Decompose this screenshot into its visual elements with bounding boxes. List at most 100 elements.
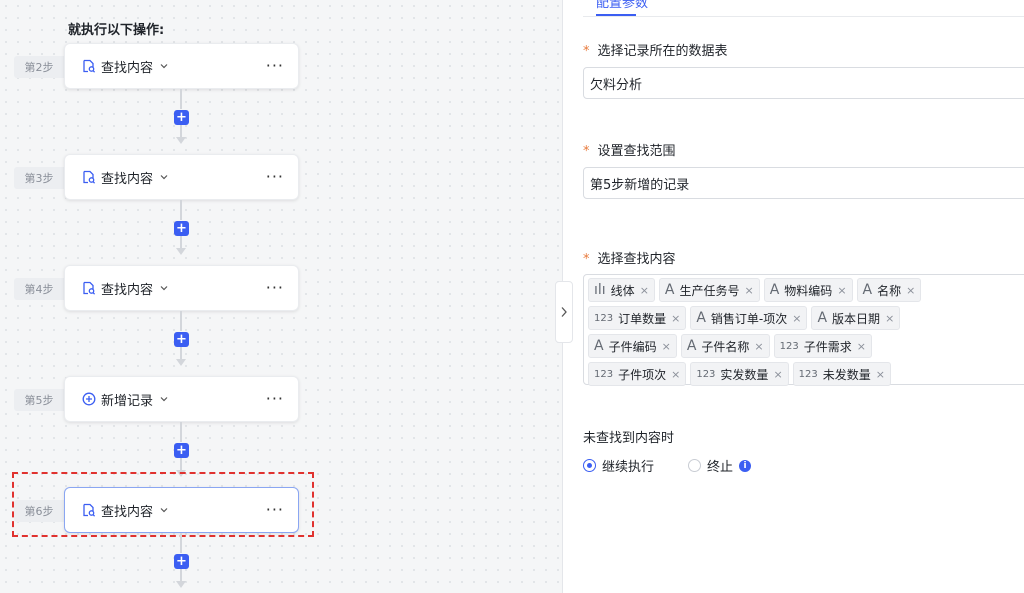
connector-line [180, 125, 182, 137]
tab-config-params[interactable]: 配置参数 [596, 0, 648, 11]
remove-tag-icon[interactable]: × [906, 284, 915, 297]
step-card[interactable]: 查找内容 ··· [64, 265, 299, 311]
step-label: 查找内容 [101, 60, 154, 76]
workflow-step: 第4步 查找内容 ··· [0, 265, 563, 311]
more-options-button[interactable]: ··· [266, 389, 284, 408]
number-field-icon: 123 [779, 340, 799, 352]
field-tag: 123 未发数量 × [792, 362, 891, 386]
scope-field-label: * 设置查找范围 [583, 144, 676, 159]
step-badge: 第4步 [14, 278, 64, 300]
workflow-step: 第3步 查找内容 ··· [0, 154, 563, 200]
scope-select[interactable]: 第5步新增的记录 [583, 167, 1024, 199]
text-field-icon: A [696, 310, 706, 326]
radio-checked-icon[interactable] [583, 459, 596, 472]
remove-tag-icon[interactable]: × [662, 340, 671, 353]
workflow-step: 第2步 查找内容 ··· [0, 43, 563, 89]
text-field-icon: A [664, 282, 675, 298]
remove-tag-icon[interactable]: × [754, 340, 763, 353]
connector-line [180, 347, 182, 359]
not-found-label: 未查找到内容时 [583, 431, 675, 446]
field-tag: A 销售订单-项次 × [690, 306, 808, 330]
remove-tag-icon[interactable]: × [837, 284, 846, 297]
selection-highlight [12, 472, 314, 537]
arrow-down-icon [176, 359, 186, 366]
more-options-button[interactable]: ··· [266, 278, 284, 297]
chevron-down-icon[interactable] [159, 283, 169, 293]
chart-field-icon: ılı [594, 282, 606, 298]
field-tag: A 名称 × [856, 278, 922, 302]
radio-stop[interactable]: 终止 i [688, 456, 752, 475]
content-tags-select[interactable]: ılı 线体 × A 生产任务号 × A 物料编码 × A 名称 × 123 订单数量 × A 销售订… [583, 274, 1024, 386]
field-tag: ılı 线体 × [588, 278, 655, 302]
config-panel: 配置参数 * 选择记录所在的数据表 欠料分析 * 设置查找范围 第5步新增的记录 *… [563, 0, 1024, 593]
chevron-down-icon[interactable] [159, 394, 169, 404]
connector-line [180, 236, 182, 248]
connector-line [180, 533, 182, 553]
chevron-right-icon [561, 307, 567, 317]
table-select[interactable]: 欠料分析 [583, 67, 1024, 99]
find-content-icon [81, 280, 97, 296]
radio-continue[interactable]: 继续执行 [583, 456, 654, 475]
text-field-icon: A [594, 338, 604, 354]
radio-unchecked-icon[interactable] [688, 459, 702, 472]
step-card[interactable]: 新增记录 ··· [64, 376, 299, 422]
canvas-title: 就执行以下操作: [68, 23, 165, 38]
workflow-canvas: 就执行以下操作: 第2步 查找内容 ··· + 第3步 查找内容 ··· + 第… [0, 0, 563, 593]
field-tag: 123 实发数量 × [690, 362, 789, 386]
remove-tag-icon[interactable]: × [792, 312, 801, 325]
connector-line [180, 311, 182, 331]
collapse-panel-button[interactable] [555, 281, 573, 343]
more-options-button[interactable]: ··· [266, 167, 284, 186]
remove-tag-icon[interactable]: × [885, 312, 894, 325]
content-field-label: * 选择查找内容 [583, 252, 676, 267]
required-mark: * [583, 252, 590, 267]
number-field-icon: 123 [696, 368, 716, 380]
field-tag: A 物料编码 × [763, 278, 853, 302]
remove-tag-icon[interactable]: × [745, 284, 754, 297]
field-tag: A 子件编码 × [588, 334, 677, 358]
step-label: 查找内容 [101, 282, 154, 298]
connector-line [180, 89, 182, 109]
step-label: 新增记录 [101, 393, 154, 409]
add-step-button[interactable]: + [174, 110, 189, 125]
add-step-button[interactable]: + [174, 221, 189, 236]
step-card[interactable]: 查找内容 ··· [64, 43, 299, 89]
field-tag: A 版本日期 × [811, 306, 901, 330]
step-badge: 第3步 [14, 167, 64, 189]
step-label: 查找内容 [101, 171, 154, 187]
number-field-icon: 123 [594, 368, 614, 380]
remove-tag-icon[interactable]: × [773, 368, 782, 381]
add-step-button[interactable]: + [174, 554, 189, 569]
step-badge: 第2步 [14, 56, 64, 78]
table-select-value: 欠料分析 [590, 77, 643, 93]
remove-tag-icon[interactable]: × [671, 368, 680, 381]
find-content-icon [81, 58, 97, 74]
chevron-down-icon[interactable] [159, 172, 169, 182]
remove-tag-icon[interactable]: × [857, 340, 866, 353]
add-step-button[interactable]: + [174, 332, 189, 347]
arrow-down-icon [176, 581, 186, 588]
info-icon[interactable]: i [739, 459, 752, 472]
not-found-radio-group: 继续执行 终止 i [583, 456, 752, 475]
step-card[interactable]: 查找内容 ··· [64, 154, 299, 200]
number-field-icon: 123 [798, 368, 818, 380]
connector-line [180, 422, 182, 442]
remove-tag-icon[interactable]: × [876, 368, 885, 381]
arrow-down-icon [176, 248, 186, 255]
field-tag: A 子件名称 × [680, 334, 770, 358]
table-field-label: * 选择记录所在的数据表 [583, 44, 728, 59]
connector-line [180, 458, 182, 470]
remove-tag-icon[interactable]: × [671, 312, 680, 325]
step-badge: 第5步 [14, 389, 64, 411]
add-step-button[interactable]: + [174, 443, 189, 458]
text-field-icon: A [817, 310, 828, 326]
field-tag: 123 订单数量 × [588, 306, 687, 330]
chevron-down-icon[interactable] [159, 61, 169, 71]
remove-tag-icon[interactable]: × [640, 284, 649, 297]
find-content-icon [81, 169, 97, 185]
required-mark: * [583, 144, 590, 159]
text-field-icon: A [769, 282, 780, 298]
more-options-button[interactable]: ··· [266, 56, 284, 75]
number-field-icon: 123 [594, 312, 614, 324]
field-tag: 123 子件需求 × [773, 334, 872, 358]
